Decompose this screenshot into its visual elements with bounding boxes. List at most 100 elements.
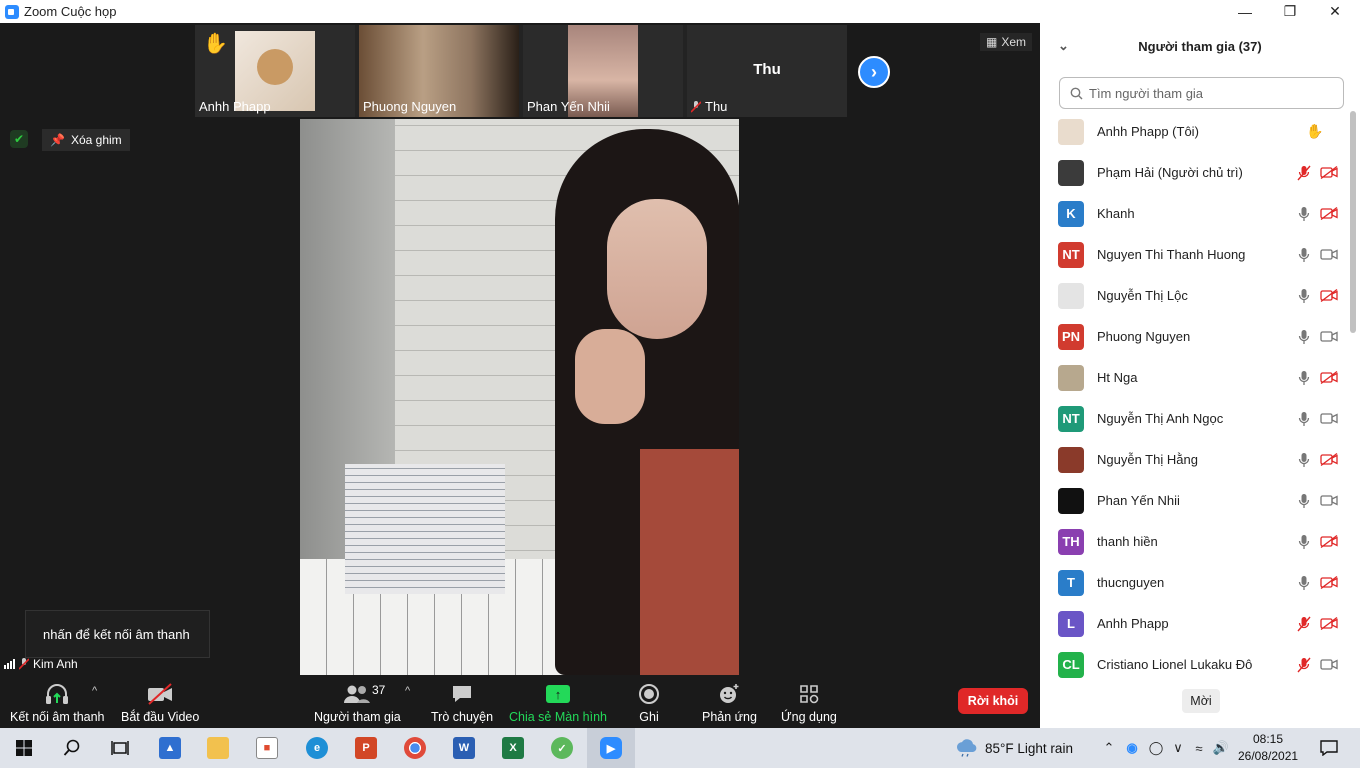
video-subject — [575, 329, 645, 424]
join-audio-button[interactable]: Kết nối âm thanh — [10, 675, 105, 728]
taskbar-app-green[interactable]: ✓ — [538, 728, 586, 768]
share-screen-icon: ↑ — [545, 681, 570, 707]
video-icon[interactable] — [1320, 494, 1338, 508]
camera-tray-icon[interactable]: ◯ — [1144, 740, 1168, 756]
volume-icon[interactable]: 🔊 — [1210, 740, 1232, 756]
start-video-button[interactable]: Bắt đầu Video — [121, 675, 199, 728]
video-thumbnail[interactable]: ✋ Anhh Phapp — [195, 25, 355, 117]
participant-row[interactable]: L Anhh Phapp — [1040, 603, 1360, 644]
mic-icon[interactable] — [1297, 411, 1311, 427]
collapse-chevron-icon[interactable]: ⌄ — [1058, 38, 1069, 54]
video-off-icon[interactable] — [1320, 371, 1338, 385]
participant-row[interactable]: Phan Yến Nhii — [1040, 480, 1360, 521]
weather-widget[interactable]: 85°F Light rain — [955, 728, 1073, 768]
raised-hand-icon: ✋ — [203, 33, 228, 55]
start-button[interactable] — [0, 728, 48, 768]
mic-icon[interactable] — [1297, 247, 1311, 263]
video-icon[interactable] — [1320, 658, 1338, 672]
participant-row[interactable]: NT Nguyễn Thị Anh Ngọc — [1040, 398, 1360, 439]
video-icon[interactable] — [1320, 248, 1338, 262]
participant-row[interactable]: Nguyễn Thị Lộc — [1040, 275, 1360, 316]
video-icon[interactable] — [1320, 330, 1338, 344]
apps-button[interactable]: Ứng dụng — [781, 675, 837, 728]
mic-icon[interactable] — [1297, 329, 1311, 345]
taskbar-file-explorer[interactable] — [194, 728, 242, 768]
record-button[interactable]: Ghi — [638, 675, 660, 728]
chevron-up-icon[interactable]: ⌃ — [1098, 740, 1120, 756]
taskbar-word[interactable]: W — [440, 728, 488, 768]
security-shield-icon[interactable]: ✔ — [10, 130, 28, 148]
taskbar-powerpoint[interactable]: P — [342, 728, 390, 768]
mic-muted-icon[interactable] — [1297, 165, 1311, 181]
participant-row[interactable]: Ht Nga — [1040, 357, 1360, 398]
video-thumbnail[interactable]: Thu Thu — [687, 25, 847, 117]
raised-hand-icon[interactable]: ✋ — [1306, 123, 1323, 140]
participant-search-input[interactable]: Tìm người tham gia — [1059, 77, 1344, 109]
mic-icon[interactable] — [1297, 370, 1311, 386]
video-off-icon[interactable] — [1320, 576, 1338, 590]
reactions-label: Phản ứng — [702, 710, 757, 724]
meeting-toolbar: Kết nối âm thanh ^ Bắt đầu Video Người t… — [0, 675, 1040, 728]
reactions-button[interactable]: Phản ứng — [702, 675, 757, 728]
participant-row[interactable]: Nguyễn Thị Hằng — [1040, 439, 1360, 480]
audio-tooltip[interactable]: nhấn để kết nối âm thanh — [25, 610, 210, 658]
close-button[interactable]: ✕ — [1312, 0, 1358, 23]
audio-options-caret-icon[interactable]: ^ — [92, 685, 97, 697]
participants-count: 37 — [372, 683, 386, 697]
task-view-button[interactable] — [96, 728, 144, 768]
video-icon[interactable] — [1320, 412, 1338, 426]
mic-muted-icon[interactable] — [1297, 657, 1311, 673]
taskbar-search-button[interactable] — [48, 728, 96, 768]
taskbar-clock[interactable]: 08:15 26/08/2021 — [1238, 731, 1298, 765]
mic-muted-icon[interactable] — [1297, 616, 1311, 632]
taskbar-chrome[interactable] — [391, 728, 439, 768]
mic-icon[interactable] — [1297, 493, 1311, 509]
participants-button[interactable]: Người tham gia — [314, 675, 401, 728]
next-page-button[interactable]: › — [858, 56, 890, 88]
mic-icon[interactable] — [1297, 288, 1311, 304]
participant-row[interactable]: Tthucnguyen — [1040, 562, 1360, 603]
participant-row[interactable]: PN Phuong Nguyen — [1040, 316, 1360, 357]
participant-name: Phan Yến Nhii — [527, 99, 610, 114]
video-thumbnail[interactable]: Phan Yến Nhii — [523, 25, 683, 117]
participants-options-caret-icon[interactable]: ^ — [405, 685, 410, 697]
video-off-icon[interactable] — [1320, 535, 1338, 549]
participant-row[interactable]: K Khanh — [1040, 193, 1360, 234]
participant-row[interactable]: CL Cristiano Lionel Lukaku Đô — [1040, 644, 1360, 685]
maximize-button[interactable]: ❐ — [1267, 0, 1313, 23]
video-off-icon[interactable] — [1320, 289, 1338, 303]
video-off-icon[interactable] — [1320, 166, 1338, 180]
taskbar-edge[interactable]: e — [293, 728, 341, 768]
title-bar: Zoom Cuộc họp — ❐ ✕ — [0, 0, 1360, 23]
view-button[interactable]: ▦ Xem — [980, 33, 1033, 51]
wifi-icon[interactable]: ≈ — [1188, 741, 1210, 756]
video-thumbnail-strip: ✋ Anhh Phapp Phuong Nguyen Phan Yến Nhii… — [195, 25, 847, 117]
participant-list-scrollbar[interactable] — [1350, 111, 1356, 333]
mic-icon[interactable] — [1297, 452, 1311, 468]
video-off-icon[interactable] — [1320, 207, 1338, 221]
minimize-button[interactable]: — — [1222, 0, 1268, 23]
video-off-icon[interactable] — [1320, 453, 1338, 467]
participant-row[interactable]: NT Nguyen Thi Thanh Huong — [1040, 234, 1360, 275]
zoom-tray-icon[interactable]: ◉ — [1120, 740, 1144, 756]
mic-icon[interactable] — [1297, 534, 1311, 550]
participant-row[interactable]: Anhh Phapp (Tôi) ✋ — [1040, 111, 1360, 152]
mic-icon[interactable] — [1297, 575, 1311, 591]
taskbar-store[interactable]: ■ — [243, 728, 291, 768]
chat-button[interactable]: Trò chuyện — [431, 675, 493, 728]
taskbar-zoom[interactable]: ▶ — [587, 728, 635, 768]
participant-row[interactable]: Phạm Hải (Người chủ trì) — [1040, 152, 1360, 193]
taskbar-excel[interactable]: X — [489, 728, 537, 768]
leave-meeting-button[interactable]: Rời khỏi — [958, 688, 1028, 714]
taskbar-photos-app[interactable]: ▲ — [146, 728, 194, 768]
share-screen-button[interactable]: ↑ Chia sẻ Màn hình — [509, 675, 607, 728]
excel-icon: X — [502, 737, 524, 759]
notifications-button[interactable] — [1305, 728, 1353, 768]
video-off-icon[interactable] — [1320, 617, 1338, 631]
participant-row[interactable]: TH thanh hiền — [1040, 521, 1360, 562]
mic-icon[interactable] — [1297, 206, 1311, 222]
unpin-button[interactable]: 📌 Xóa ghim — [42, 129, 130, 151]
invite-button[interactable]: Mời — [1182, 689, 1220, 713]
video-thumbnail[interactable]: Phuong Nguyen — [359, 25, 519, 117]
tray-app-icon[interactable]: ∨ — [1168, 740, 1188, 756]
